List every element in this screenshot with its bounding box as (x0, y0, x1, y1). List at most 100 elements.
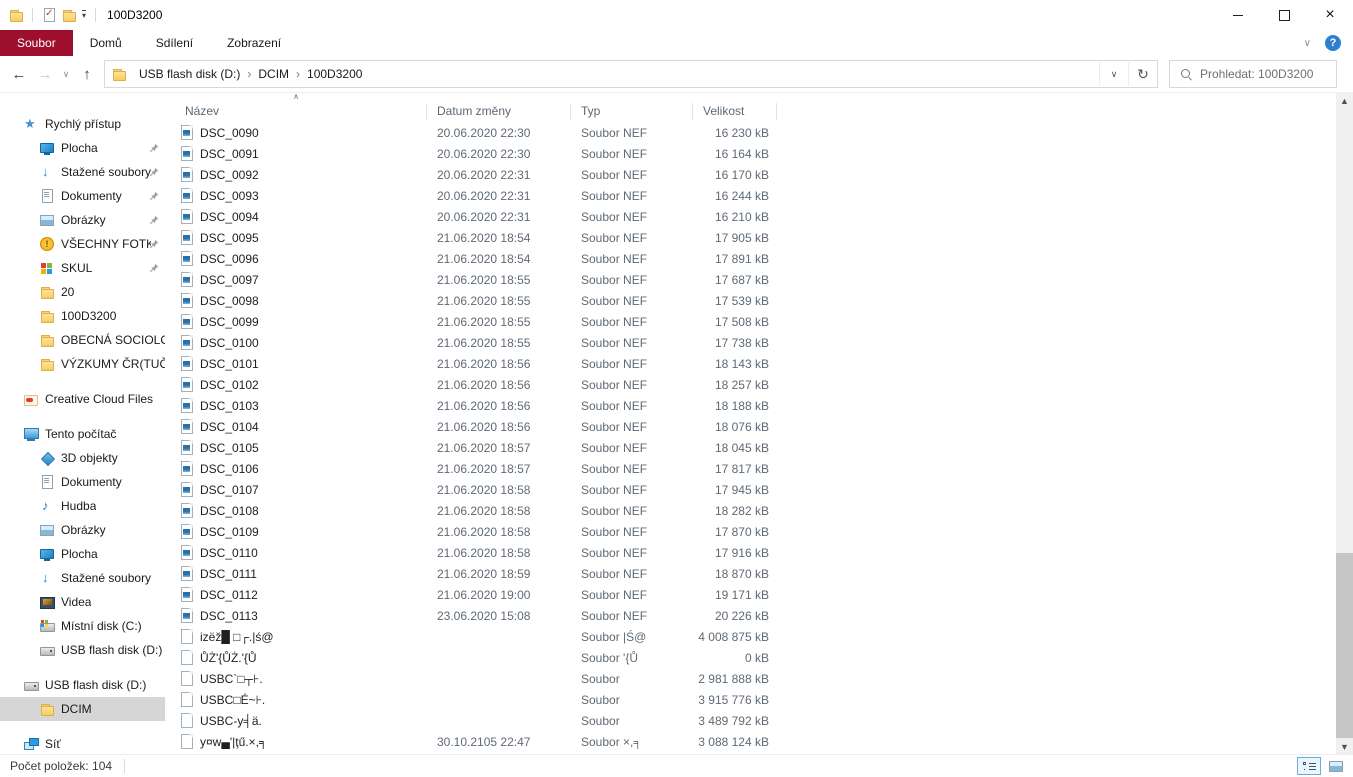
thumbnails-view-button[interactable] (1324, 757, 1348, 775)
column-header-typ[interactable]: Typ (571, 100, 693, 122)
tab-domu[interactable]: Domů (73, 30, 139, 56)
maximize-button[interactable] (1261, 0, 1307, 30)
sidebar-item-20[interactable]: 20 (0, 280, 165, 304)
sidebar-item-100d3200[interactable]: 100D3200 (0, 304, 165, 328)
tab-soubor[interactable]: Soubor (0, 30, 73, 56)
search-icon (1180, 68, 1192, 80)
sidebar-item-m-stn-disk-c-[interactable]: Místní disk (C:) (0, 614, 165, 638)
sidebar-item-plocha[interactable]: Plocha (0, 542, 165, 566)
file-date: 21.06.2020 18:54 (427, 252, 571, 266)
file-icon (181, 692, 193, 707)
table-row[interactable]: y¤w▄'|ţű.×,╕30.10.2105 22:47Soubor ×,╕3 … (165, 731, 1336, 752)
recent-locations-icon[interactable]: ∨ (58, 61, 74, 87)
sidebar-item-skul[interactable]: SKUL (0, 256, 165, 280)
file-size: 18 257 kB (693, 378, 777, 392)
column-header-nazev[interactable]: ∧ Název (165, 100, 427, 122)
sidebar-item-dokumenty[interactable]: Dokumenty (0, 184, 165, 208)
address-dropdown-icon[interactable]: ∨ (1099, 62, 1128, 86)
table-row[interactable]: DSC_011021.06.2020 18:58Soubor NEF17 916… (165, 542, 1336, 563)
table-row[interactable]: USBC`□┬⊦.Soubor2 981 888 kB (165, 668, 1336, 689)
sidebar-item-sta-en-soubory[interactable]: Stažené soubory (0, 566, 165, 590)
search-box[interactable] (1169, 60, 1337, 88)
column-header-velikost[interactable]: Velikost (693, 100, 777, 122)
close-button[interactable]: × (1307, 0, 1353, 30)
table-row[interactable]: DSC_010121.06.2020 18:56Soubor NEF18 143… (165, 353, 1336, 374)
new-folder-icon[interactable] (62, 8, 76, 22)
sidebar-item-obr-zky[interactable]: Obrázky (0, 208, 165, 232)
ribbon-collapse-icon[interactable]: ∨ (1304, 38, 1311, 49)
table-row[interactable]: DSC_009020.06.2020 22:30Soubor NEF16 230… (165, 122, 1336, 143)
table-row[interactable]: DSC_010521.06.2020 18:57Soubor NEF18 045… (165, 437, 1336, 458)
scrollbar-thumb[interactable] (1336, 553, 1353, 738)
sidebar-item-dcim[interactable]: DCIM (0, 697, 165, 721)
table-row[interactable]: DSC_010821.06.2020 18:58Soubor NEF18 282… (165, 500, 1336, 521)
sidebar-item-videa[interactable]: Videa (0, 590, 165, 614)
table-row[interactable]: DSC_010621.06.2020 18:57Soubor NEF17 817… (165, 458, 1336, 479)
table-row[interactable]: USBC-y╡ä.Soubor3 489 792 kB (165, 710, 1336, 731)
sidebar-item-usb-flash-disk-d-[interactable]: USB flash disk (D:) (0, 638, 165, 662)
column-header-datum[interactable]: Datum změny (427, 100, 571, 122)
table-row[interactable]: DSC_009320.06.2020 22:31Soubor NEF16 244… (165, 185, 1336, 206)
table-row[interactable]: DSC_010221.06.2020 18:56Soubor NEF18 257… (165, 374, 1336, 395)
file-name: y¤w▄'|ţű.×,╕ (200, 735, 267, 749)
sidebar-item-rychl-p-stup[interactable]: Rychlý přístup (0, 112, 165, 136)
folder-icon (40, 702, 54, 716)
table-row[interactable]: DSC_009120.06.2020 22:30Soubor NEF16 164… (165, 143, 1336, 164)
properties-icon[interactable] (42, 8, 56, 22)
sidebar-item-creative-cloud-files[interactable]: Creative Cloud Files (0, 387, 165, 411)
nef-file-icon (181, 272, 193, 287)
table-row[interactable]: DSC_009220.06.2020 22:31Soubor NEF16 170… (165, 164, 1336, 185)
sidebar-item-hudba[interactable]: Hudba (0, 494, 165, 518)
table-row[interactable]: DSC_009821.06.2020 18:55Soubor NEF17 539… (165, 290, 1336, 311)
tab-zobrazeni[interactable]: Zobrazení (210, 30, 298, 56)
minimize-button[interactable] (1215, 0, 1261, 30)
search-input[interactable] (1198, 66, 1322, 82)
scroll-down-icon[interactable]: ▼ (1336, 738, 1353, 755)
file-size: 17 905 kB (693, 231, 777, 245)
up-button[interactable]: ↑ (74, 61, 100, 87)
sidebar-item-dokumenty[interactable]: Dokumenty (0, 470, 165, 494)
table-row[interactable]: USBC□É~⊦.Soubor3 915 776 kB (165, 689, 1336, 710)
sidebar-item-plocha[interactable]: Plocha (0, 136, 165, 160)
sidebar-item-obr-zky[interactable]: Obrázky (0, 518, 165, 542)
help-icon[interactable]: ? (1325, 35, 1341, 51)
sidebar-item-v-echny-fotky[interactable]: VŠECHNY FOTKY (0, 232, 165, 256)
table-row[interactable]: DSC_010421.06.2020 18:56Soubor NEF18 076… (165, 416, 1336, 437)
sidebar-item-3d-objekty[interactable]: 3D objekty (0, 446, 165, 470)
table-row[interactable]: DSC_009721.06.2020 18:55Soubor NEF17 687… (165, 269, 1336, 290)
back-button[interactable]: ← (6, 61, 32, 87)
table-row[interactable]: DSC_010021.06.2020 18:55Soubor NEF17 738… (165, 332, 1336, 353)
sidebar-item-s-[interactable]: Síť (0, 732, 165, 755)
divider (95, 8, 96, 22)
table-row[interactable]: DSC_009621.06.2020 18:54Soubor NEF17 891… (165, 248, 1336, 269)
refresh-icon[interactable]: ↻ (1128, 62, 1157, 86)
table-row[interactable]: DSC_010921.06.2020 18:58Soubor NEF17 870… (165, 521, 1336, 542)
sidebar-item-tento-po-ta-[interactable]: Tento počítač (0, 422, 165, 446)
breadcrumb-segment[interactable]: 100D3200 (300, 67, 369, 81)
table-row[interactable]: DSC_011323.06.2020 15:08Soubor NEF20 226… (165, 605, 1336, 626)
table-row[interactable]: izëž█ □┌.|ś@Soubor |Ś@4 008 875 kB (165, 626, 1336, 647)
qat-dropdown-icon[interactable]: ▾ (82, 10, 86, 20)
sidebar-item-v-zkumy-r-tu-e[interactable]: VÝZKUMY ČR(TUČE (0, 352, 165, 376)
table-row[interactable]: DSC_009921.06.2020 18:55Soubor NEF17 508… (165, 311, 1336, 332)
table-row[interactable]: DSC_010721.06.2020 18:58Soubor NEF17 945… (165, 479, 1336, 500)
tab-sdileni[interactable]: Sdílení (139, 30, 210, 56)
table-row[interactable]: DSC_011221.06.2020 19:00Soubor NEF19 171… (165, 584, 1336, 605)
table-row[interactable]: DSC_010321.06.2020 18:56Soubor NEF18 188… (165, 395, 1336, 416)
table-row[interactable]: DSC_009521.06.2020 18:54Soubor NEF17 905… (165, 227, 1336, 248)
address-bar[interactable]: USB flash disk (D:)›DCIM›100D3200 ∨ ↻ (104, 60, 1158, 88)
breadcrumb-segment[interactable]: DCIM (251, 67, 296, 81)
file-icon (181, 713, 193, 728)
table-row[interactable]: DSC_009420.06.2020 22:31Soubor NEF16 210… (165, 206, 1336, 227)
breadcrumb-segment[interactable]: USB flash disk (D:) (132, 67, 247, 81)
table-row[interactable]: DSC_011121.06.2020 18:59Soubor NEF18 870… (165, 563, 1336, 584)
sidebar-item-usb-flash-disk-d-[interactable]: USB flash disk (D:) (0, 673, 165, 697)
forward-button[interactable]: → (32, 61, 58, 87)
sidebar-item-obecn-sociolog[interactable]: OBECNÁ SOCIOLOG (0, 328, 165, 352)
file-name: DSC_0093 (200, 189, 259, 203)
details-view-button[interactable] (1297, 757, 1321, 775)
table-row[interactable]: ŮŻ'{ŮŻ.'{ŮSoubor '{Ů0 kB (165, 647, 1336, 668)
scroll-up-icon[interactable]: ▲ (1336, 92, 1353, 109)
sidebar-item-sta-en-soubory[interactable]: Stažené soubory (0, 160, 165, 184)
vertical-scrollbar[interactable]: ▲ ▼ (1336, 92, 1353, 755)
